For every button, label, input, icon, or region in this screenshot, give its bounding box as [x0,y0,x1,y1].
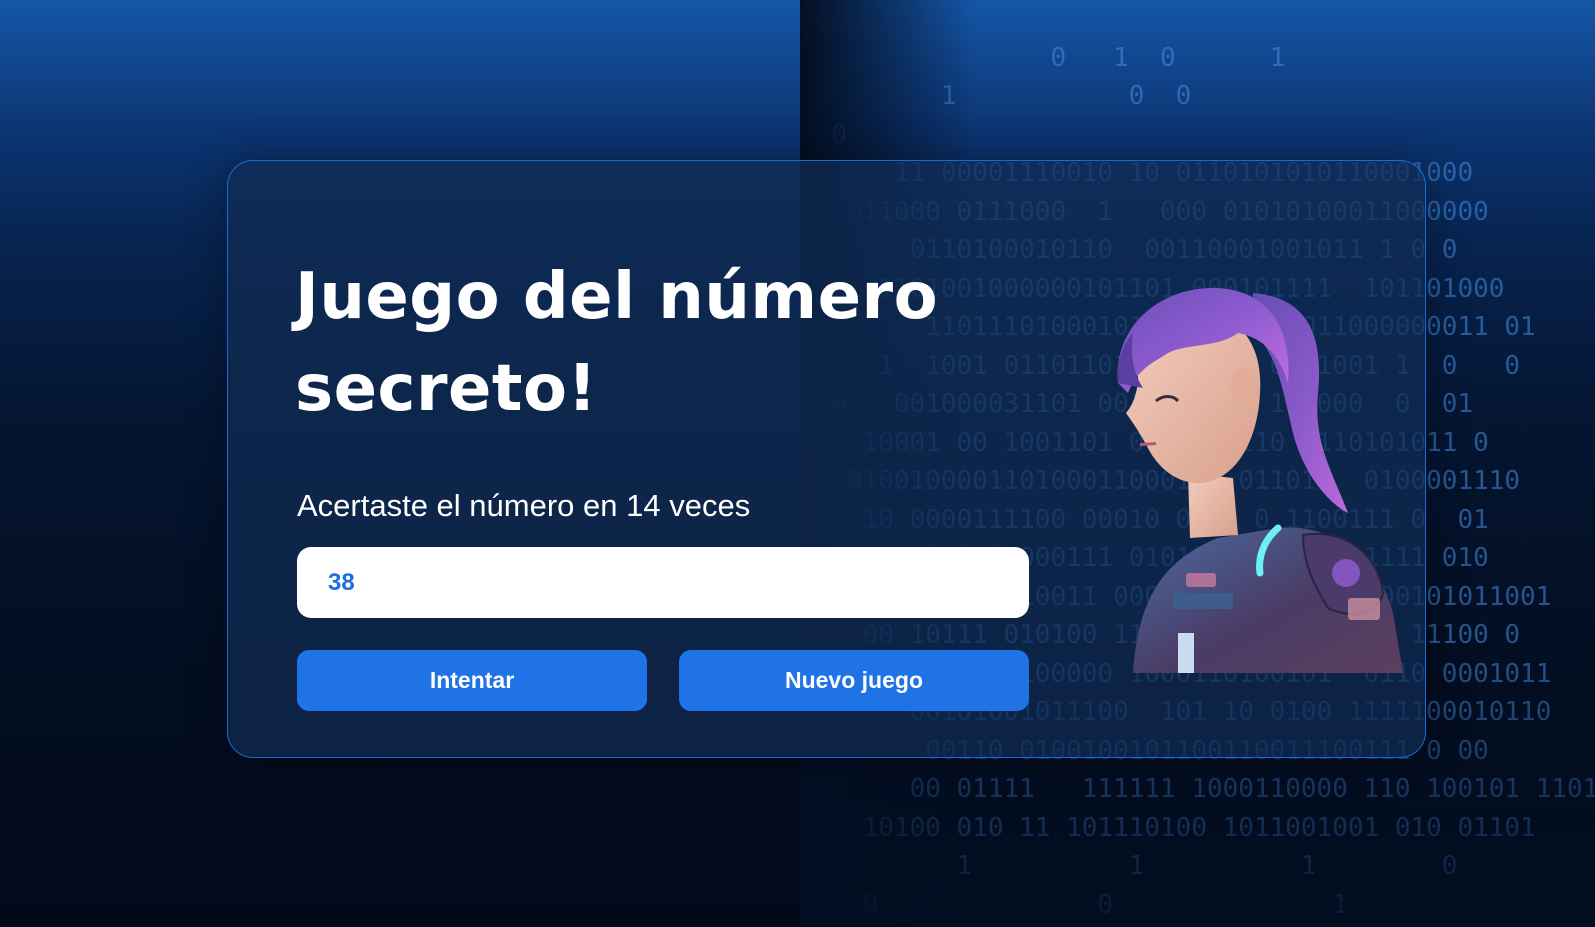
try-button[interactable]: Intentar [297,650,647,711]
astronaut-girl-icon [1117,288,1403,673]
game-card: Juego del número secreto! Acertaste el n… [227,160,1426,758]
page-title: Juego del número secreto! [295,260,939,426]
new-game-button[interactable]: Nuevo juego [679,650,1029,711]
guess-input[interactable] [297,547,1029,618]
status-message: Acertaste el número en 14 veces [297,488,751,523]
